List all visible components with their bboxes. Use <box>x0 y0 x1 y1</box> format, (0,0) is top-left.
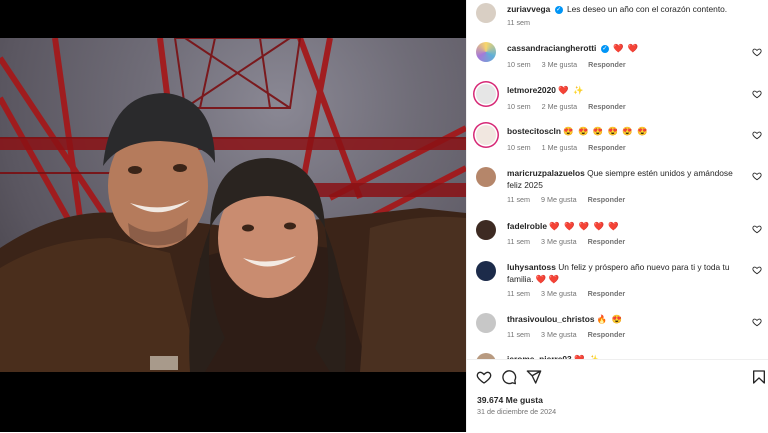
comment-time[interactable]: 11 sem <box>507 289 530 298</box>
comment-text: ❤️ ❤️ ❤️ ❤️ ❤️ <box>549 221 620 231</box>
comment-likes[interactable]: 3 Me gusta <box>541 289 577 298</box>
heart-outline-icon[interactable] <box>752 171 762 181</box>
comment-username[interactable]: maricruzpalazuelos <box>507 168 585 178</box>
heart-outline-icon[interactable] <box>752 130 762 140</box>
comment-likes[interactable]: 1 Me gusta <box>542 143 578 152</box>
comment-username[interactable]: thrasivoulou_christos <box>507 314 595 324</box>
caption-time[interactable]: 11 sem <box>507 18 530 27</box>
commenter-avatar[interactable] <box>476 84 496 104</box>
post-date: 31 de diciembre de 2024 <box>477 407 557 416</box>
comment-time[interactable]: 10 sem <box>507 143 531 152</box>
reply-button[interactable]: Responder <box>588 195 626 204</box>
photo-scene <box>0 38 466 372</box>
comment-text: 😍 😍 😍 😍 😍 😍 <box>563 126 649 136</box>
comment-time[interactable]: 11 sem <box>507 330 530 339</box>
author-avatar[interactable] <box>476 3 496 23</box>
reply-button[interactable]: Responder <box>588 60 626 69</box>
comment-time[interactable]: 10 sem <box>507 102 531 111</box>
heart-outline-icon[interactable] <box>752 265 762 275</box>
comment: letmore2020 ❤️ ✨ 10 sem 2 Me gusta Respo… <box>467 82 768 114</box>
comment-likes[interactable]: 9 Me gusta <box>541 195 577 204</box>
commenter-avatar[interactable] <box>476 220 496 240</box>
comment: bostecitoscln 😍 😍 😍 😍 😍 😍 10 sem 1 Me gu… <box>467 123 768 155</box>
comment-time[interactable]: 11 sem <box>507 237 530 246</box>
comment-time[interactable]: 11 sem <box>507 195 530 204</box>
heart-outline-icon[interactable] <box>752 224 762 234</box>
reply-button[interactable]: Responder <box>588 289 626 298</box>
comment-likes[interactable]: 3 Me gusta <box>541 330 577 339</box>
post-photo[interactable] <box>0 38 466 372</box>
comment-username[interactable]: luhysantoss <box>507 262 556 272</box>
comment-username[interactable]: letmore2020 <box>507 85 556 95</box>
post-caption: zuriavvega ✓ Les deseo un año con el cor… <box>467 0 768 34</box>
commenter-avatar[interactable] <box>476 167 496 187</box>
share-icon[interactable] <box>526 369 542 385</box>
reply-button[interactable]: Responder <box>588 143 626 152</box>
commenter-avatar[interactable] <box>476 42 496 62</box>
commenter-avatar[interactable] <box>476 125 496 145</box>
comment-likes[interactable]: 2 Me gusta <box>542 102 578 111</box>
comment-username[interactable]: fadelroble <box>507 221 547 231</box>
author-username[interactable]: zuriavvega <box>507 4 550 14</box>
heart-outline-icon[interactable] <box>476 369 492 385</box>
comment-likes[interactable]: 3 Me gusta <box>542 60 578 69</box>
commenter-avatar[interactable] <box>476 313 496 333</box>
verified-badge-icon: ✓ <box>554 6 563 14</box>
comment-likes[interactable]: 3 Me gusta <box>541 237 577 246</box>
comment: thrasivoulou_christos 🔥 😍 11 sem 3 Me gu… <box>467 311 768 343</box>
reply-button[interactable]: Responder <box>588 330 626 339</box>
comment-text: ❤️ ❤️ <box>613 43 640 53</box>
comment: fadelroble ❤️ ❤️ ❤️ ❤️ ❤️ 11 sem 3 Me gu… <box>467 218 768 250</box>
comment: cassandraciangherotti ✓ ❤️ ❤️ 10 sem 3 M… <box>467 40 768 72</box>
comment-text: 🔥 😍 <box>596 314 624 324</box>
comment-username[interactable]: bostecitoscln <box>507 126 561 136</box>
bookmark-icon[interactable] <box>751 369 767 385</box>
comments-panel: zuriavvega ✓ Les deseo un año con el cor… <box>466 0 768 433</box>
post-media-pane <box>0 0 466 432</box>
comment-username[interactable]: cassandraciangherotti <box>507 43 596 53</box>
reply-button[interactable]: Responder <box>588 237 626 246</box>
heart-outline-icon[interactable] <box>752 89 762 99</box>
comment: maricruzpalazuelos Que siempre estén uni… <box>467 165 768 209</box>
caption-text: Les deseo un año con el corazón contento… <box>566 4 728 14</box>
comment-icon[interactable] <box>501 369 517 385</box>
reply-button[interactable]: Responder <box>588 102 626 111</box>
comment-time[interactable]: 10 sem <box>507 60 531 69</box>
comment: luhysantoss Un feliz y próspero año nuev… <box>467 259 768 303</box>
heart-outline-icon[interactable] <box>752 47 762 57</box>
likes-count[interactable]: 39.674 Me gusta <box>477 395 543 405</box>
comment-text: ❤️ ✨ <box>558 85 585 95</box>
verified-badge-icon: ✓ <box>600 45 609 53</box>
commenter-avatar[interactable] <box>476 261 496 281</box>
heart-outline-icon[interactable] <box>752 317 762 327</box>
post-actions: 39.674 Me gusta 31 de diciembre de 2024 <box>467 359 768 433</box>
